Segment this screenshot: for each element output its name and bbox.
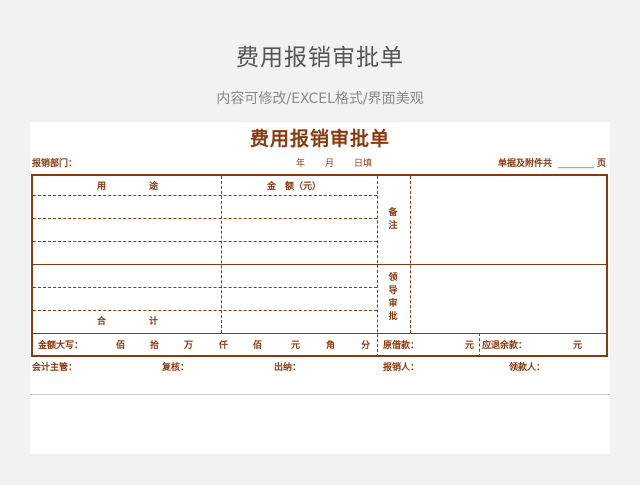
date-year-label: 年: [296, 159, 306, 169]
receiver-label: 领款人：: [509, 363, 546, 373]
unit-qian: 仟: [219, 341, 229, 351]
divider: [30, 394, 610, 395]
remarks-label: 备 注: [388, 208, 398, 231]
date-day-label: 日填: [354, 159, 373, 169]
refund-unit: 元: [573, 341, 583, 351]
form-title: 费用报销审批单: [249, 128, 390, 150]
date-month-label: 月: [325, 159, 335, 169]
accountant-label: 会计主管：: [32, 363, 78, 373]
unit-wan: 万: [184, 341, 194, 351]
attachments-count-blank[interactable]: ________: [558, 159, 594, 169]
unit-fen: 分: [361, 341, 371, 351]
expense-table: 用 途 金 额（元） 备 注 领 导 审 批 合 计 金额大写： 佰 拾 万 仟…: [31, 174, 608, 357]
unit-jiao: 角: [326, 341, 336, 351]
attachments-unit: 页: [597, 159, 607, 169]
total-label-part1: 合: [97, 317, 107, 327]
borrowed-label: 原借款：: [383, 341, 420, 351]
form-sheet: 费用报销审批单 报销部门： 年 月 日填 单据及附件共 ________ 页 用…: [30, 122, 610, 454]
amount-in-words-label: 金额大写：: [38, 341, 84, 351]
dept-label: 报销部门：: [32, 159, 78, 169]
attachments-label: 单据及附件共: [498, 159, 553, 169]
unit-bai: 佰: [116, 341, 126, 351]
refund-label: 应退余款：: [482, 341, 528, 351]
unit-shi: 拾: [150, 341, 160, 351]
reviewer-label: 复核：: [162, 363, 190, 373]
page-title: 费用报销审批单: [236, 45, 404, 71]
borrowed-unit: 元: [465, 341, 475, 351]
unit-bai-2: 佰: [253, 341, 263, 351]
unit-yuan: 元: [291, 341, 301, 351]
usage-header-part2: 途: [149, 182, 159, 192]
leader-approval-label: 领 导 审 批: [388, 273, 398, 322]
amount-header: 金 额（元）: [267, 182, 322, 192]
total-label-part2: 计: [149, 317, 159, 327]
cashier-label: 出纳：: [274, 363, 302, 373]
page-subtitle: 内容可修改/EXCEL格式/界面美观: [216, 91, 424, 107]
claimant-label: 报销人：: [383, 363, 420, 373]
usage-header-part1: 用: [97, 182, 107, 192]
